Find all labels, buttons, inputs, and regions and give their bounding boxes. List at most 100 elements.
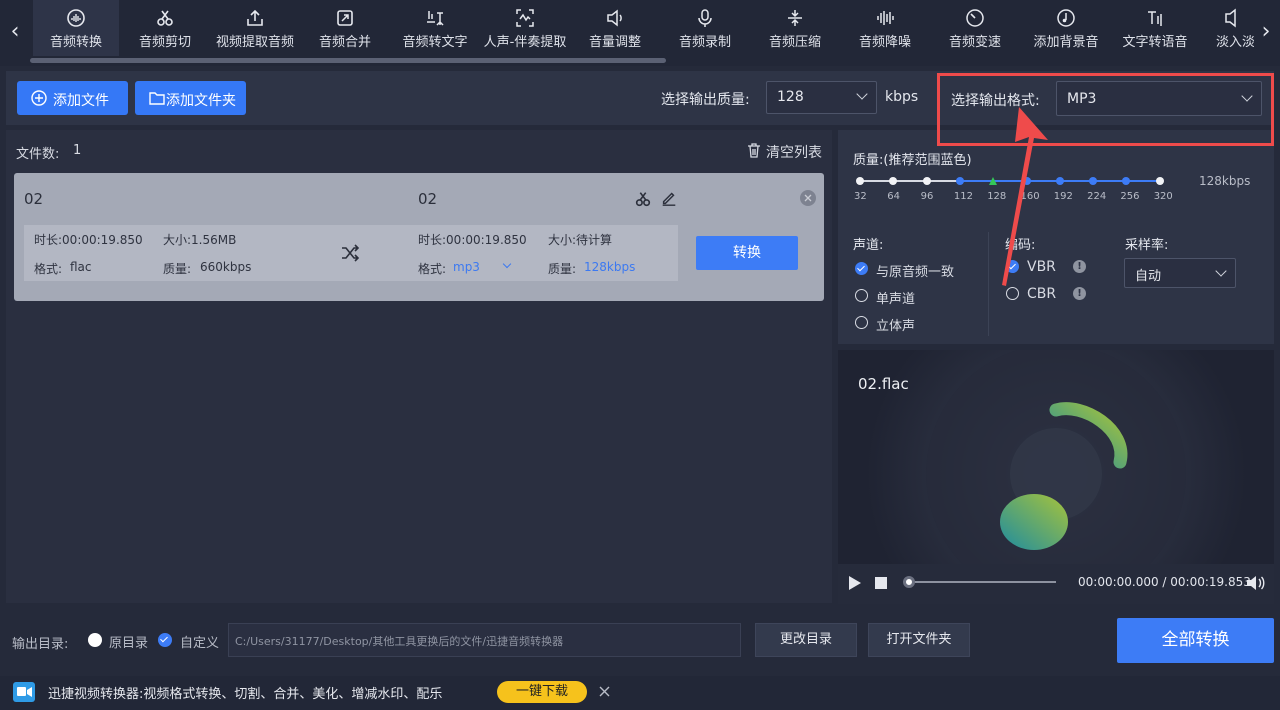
upload-icon <box>247 9 263 26</box>
quality-label: 选择输出质量: <box>661 92 750 108</box>
slider-tick-label: 96 <box>920 191 934 202</box>
quality-unit: kbps <box>885 89 919 105</box>
samplerate-label: 采样率: <box>1125 238 1169 253</box>
convert-button[interactable]: 转换 <box>696 236 798 270</box>
channel-option-stereo[interactable]: 立体声 <box>855 315 975 334</box>
tool-label: 音频变速 <box>948 35 1001 50</box>
tool-video-extract-audio[interactable]: 视频提取音频 <box>208 0 302 56</box>
slider-stop[interactable] <box>922 177 931 185</box>
output-path-field[interactable]: C:/Users/31177/Desktop/其他工具更换后的文件/迅捷音频转换… <box>228 623 741 657</box>
convert-all-button[interactable]: 全部转换 <box>1117 618 1274 663</box>
output-quality-label: 质量: <box>548 262 577 276</box>
info-icon[interactable]: ! <box>1073 260 1086 273</box>
quality-slider[interactable]: 32 64 96 112 128 160 192 224 256 320 <box>850 170 1173 210</box>
output-option-label: 自定义 <box>180 636 220 651</box>
channel-option-original[interactable]: 与原音频一致 <box>855 261 975 280</box>
quality-select[interactable]: 128 <box>766 81 877 114</box>
open-folder-button[interactable]: 打开文件夹 <box>868 623 970 657</box>
slider-tick-label: 320 <box>1153 191 1173 202</box>
samplerate-value: 自动 <box>1135 269 1162 284</box>
play-icon[interactable] <box>848 575 862 591</box>
slider-stop[interactable] <box>1022 177 1031 185</box>
slider-stop[interactable] <box>1055 177 1064 185</box>
close-icon[interactable] <box>599 686 610 697</box>
scissors-icon[interactable] <box>634 190 652 208</box>
tool-audio-speed[interactable]: 音频变速 <box>938 0 1012 56</box>
tool-audio-merge[interactable]: 音频合并 <box>305 0 385 56</box>
add-folder-label: 添加文件夹 <box>166 93 236 109</box>
text-to-speech-icon <box>1148 11 1162 26</box>
radio-unchecked <box>88 633 102 647</box>
channel-option-mono[interactable]: 单声道 <box>855 288 975 307</box>
scroll-right-icon[interactable]: › <box>1256 14 1276 50</box>
add-folder-button[interactable]: 添加文件夹 <box>135 81 246 115</box>
output-format-select[interactable]: mp3 <box>452 258 514 276</box>
slider-stop[interactable] <box>1089 177 1098 185</box>
add-file-label: 添加文件 <box>53 93 109 109</box>
slider-thumb[interactable] <box>989 177 998 185</box>
stop-icon[interactable] <box>875 577 887 589</box>
tool-audio-to-text[interactable]: 音频转文字 <box>393 0 477 56</box>
promo-text: 迅捷视频转换器:视频格式转换、切割、合并、美化、增减水印、配乐 <box>48 687 443 702</box>
tool-add-background-music[interactable]: 添加背景音 <box>1026 0 1106 56</box>
quality-select-value: 128 <box>777 89 804 105</box>
output-dir-label: 输出目录: <box>12 637 69 652</box>
clear-list-button[interactable]: 清空列表 <box>746 141 826 161</box>
scissors-icon <box>157 10 173 26</box>
edit-pencil-icon[interactable] <box>660 189 678 207</box>
slider-stop[interactable] <box>1122 177 1131 185</box>
remove-file-close-icon[interactable] <box>800 190 816 206</box>
tool-audio-compress[interactable]: 音频压缩 <box>758 0 832 56</box>
output-option-original[interactable]: 原目录 <box>88 632 154 651</box>
codec-option-label: VBR <box>1027 259 1056 275</box>
tool-vocal-extract[interactable]: 人声-伴奏提取 <box>478 0 572 56</box>
divider <box>988 232 989 336</box>
toolbar-scrollbar[interactable] <box>30 58 666 63</box>
tool-volume-adjust[interactable]: 音量调整 <box>578 0 652 56</box>
shuffle-icon <box>342 244 360 262</box>
tool-audio-cut[interactable]: 音频剪切 <box>125 0 205 56</box>
source-file-name: 02 <box>24 190 44 208</box>
samplerate-select[interactable]: 自动 <box>1124 258 1236 288</box>
change-dir-button[interactable]: 更改目录 <box>755 623 857 657</box>
slider-tick-label: 256 <box>1120 191 1140 202</box>
slider-stop[interactable] <box>955 177 964 185</box>
slider-stop[interactable] <box>1155 177 1164 185</box>
tool-audio-record[interactable]: 音频录制 <box>668 0 742 56</box>
tool-text-to-speech[interactable]: 文字转语音 <box>1116 0 1194 56</box>
add-file-button[interactable]: 添加文件 <box>17 81 128 115</box>
speaker-icon[interactable] <box>1245 574 1265 592</box>
radio-unchecked <box>1006 287 1019 300</box>
quality-slider-value: 128kbps <box>1199 174 1251 188</box>
audio-convert-icon <box>67 9 85 27</box>
folder-icon <box>149 92 165 105</box>
slider-stop[interactable] <box>889 177 898 185</box>
output-option-custom[interactable]: 自定义 <box>158 632 224 651</box>
tool-audio-convert[interactable]: 音频转换 <box>33 0 119 56</box>
tool-fade[interactable]: 淡入淡 <box>1210 0 1254 56</box>
seek-bar[interactable] <box>904 581 1056 583</box>
chevron-down-icon <box>856 88 868 100</box>
codec-label: 编码: <box>1005 238 1036 253</box>
one-click-download-button[interactable]: 一键下载 <box>497 681 587 703</box>
format-select[interactable]: MP3 <box>1056 81 1262 116</box>
tool-label: 音频合并 <box>318 35 371 50</box>
compress-icon <box>788 10 802 26</box>
output-size: 大小:待计算 <box>548 233 613 247</box>
tool-audio-denoise[interactable]: 音频降噪 <box>848 0 922 56</box>
radio-checked <box>1006 260 1019 273</box>
slider-tick-label: 64 <box>887 191 901 202</box>
info-icon[interactable]: ! <box>1073 287 1086 300</box>
radio-checked <box>158 633 172 647</box>
scroll-left-icon[interactable]: ‹ <box>5 14 25 50</box>
slider-tick-label: 224 <box>1087 191 1107 202</box>
trash-icon <box>748 143 760 158</box>
tool-label: 音频录制 <box>678 35 731 50</box>
source-quality: 660kbps <box>200 260 252 274</box>
source-format-label: 格式: <box>34 262 63 276</box>
speed-icon <box>966 9 984 27</box>
slider-stop[interactable] <box>856 177 864 185</box>
seek-handle[interactable] <box>903 576 915 588</box>
output-file-name: 02 <box>418 190 438 208</box>
radio-checked <box>855 262 868 275</box>
